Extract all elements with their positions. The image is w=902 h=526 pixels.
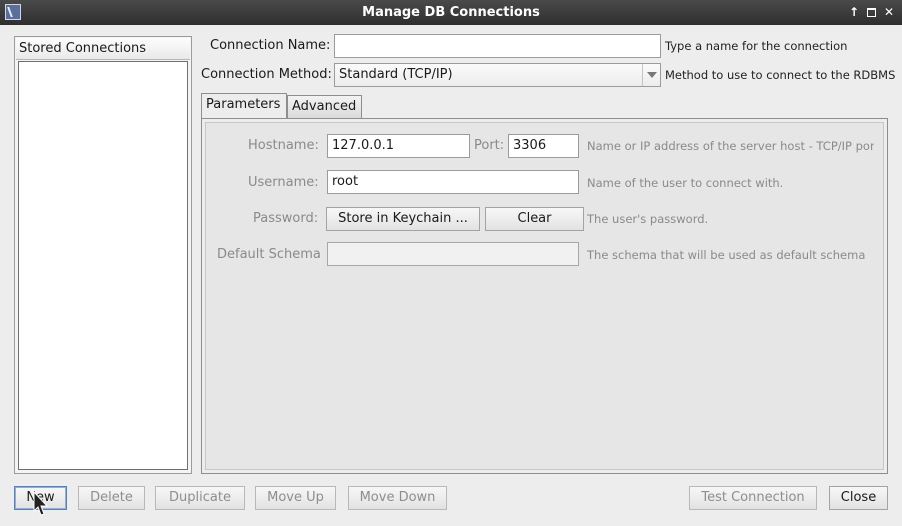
connection-name-input[interactable] — [334, 34, 661, 58]
default-schema-hint: The schema that will be used as default … — [587, 248, 866, 262]
window-title: Manage DB Connections — [362, 5, 540, 20]
title-bar: Manage DB Connections ↑ ✕ — [0, 0, 902, 25]
password-hint: The user's password. — [587, 212, 709, 226]
default-schema-label: Default Schema — [217, 247, 320, 262]
move-down-button[interactable]: Move Down — [348, 486, 447, 510]
move-up-button[interactable]: Move Up — [255, 486, 336, 510]
hostname-hint: Name or IP address of the server host - … — [587, 139, 874, 153]
username-hint: Name of the user to connect with. — [587, 176, 784, 190]
store-in-keychain-button[interactable]: Store in Keychain ... — [326, 207, 480, 231]
keep-above-icon[interactable]: ↑ — [847, 4, 861, 20]
test-connection-button[interactable]: Test Connection — [689, 486, 817, 510]
port-input[interactable]: 3306 — [508, 134, 579, 158]
tab-advanced[interactable]: Advanced — [287, 95, 362, 119]
hostname-label: Hostname: — [248, 138, 319, 153]
parameters-panel: Hostname: 127.0.0.1 Port: 3306 Name or I… — [201, 118, 888, 474]
stored-connections-list[interactable] — [18, 61, 188, 470]
connection-name-label: Connection Name: — [210, 38, 331, 53]
duplicate-button[interactable]: Duplicate — [155, 486, 245, 510]
clear-password-button[interactable]: Clear — [485, 207, 584, 231]
default-schema-input[interactable] — [327, 242, 579, 266]
close-icon[interactable]: ✕ — [882, 4, 896, 20]
connection-method-label: Connection Method: — [201, 67, 332, 82]
stored-connections-header: Stored Connections — [16, 38, 190, 60]
chevron-down-icon[interactable] — [642, 64, 660, 86]
port-label: Port: — [474, 138, 505, 153]
stored-connections-panel: Stored Connections — [14, 36, 192, 474]
connection-method-value: Standard (TCP/IP) — [339, 67, 453, 82]
connection-method-hint: Method to use to connect to the RDBMS — [665, 68, 896, 82]
maximize-icon[interactable] — [867, 8, 876, 17]
username-input[interactable]: root — [327, 170, 579, 194]
connection-method-select[interactable]: Standard (TCP/IP) — [334, 63, 661, 87]
tab-parameters[interactable]: Parameters — [201, 93, 287, 118]
delete-button[interactable]: Delete — [78, 486, 145, 510]
close-button[interactable]: Close — [829, 486, 888, 510]
mouse-cursor-icon — [33, 491, 49, 516]
username-label: Username: — [248, 175, 319, 190]
hostname-input[interactable]: 127.0.0.1 — [327, 134, 470, 158]
password-label: Password: — [253, 211, 319, 226]
connection-name-hint: Type a name for the connection — [665, 39, 848, 53]
